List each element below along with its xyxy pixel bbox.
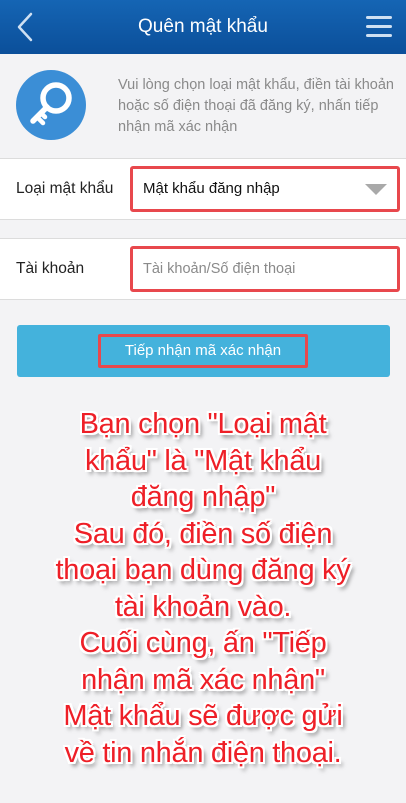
key-icon	[30, 82, 72, 126]
password-type-select[interactable]: Mật khẩu đăng nhập	[130, 166, 400, 212]
account-input[interactable]	[130, 246, 400, 292]
key-icon-badge	[16, 70, 86, 140]
instruction-line: tài khoản vào.	[114, 590, 292, 623]
instruction-line: nhận mã xác nhận"	[81, 663, 325, 696]
password-type-value: Mật khẩu đăng nhập	[143, 180, 280, 197]
hamburger-menu-icon[interactable]	[364, 12, 394, 42]
get-verification-code-button[interactable]: Tiếp nhận mã xác nhận	[17, 325, 390, 377]
instruction-line: Mật khẩu sẽ được gửi	[63, 700, 343, 732]
instruction-annotation: Bạn chọn "Loại mật khẩu" là "Mật khẩu đă…	[20, 406, 386, 771]
password-type-row: Loại mật khẩu Mật khẩu đăng nhập	[0, 158, 406, 220]
instruction-line: Cuối cùng, ấn "Tiếp	[79, 627, 327, 659]
app-header: Quên mật khẩu	[0, 0, 406, 54]
intro-section: Vui lòng chọn loại mật khẩu, điền tài kh…	[0, 54, 406, 158]
instruction-line: thoại bạn dùng đăng ký	[55, 554, 351, 586]
get-verification-code-label: Tiếp nhận mã xác nhận	[98, 334, 308, 368]
account-row: Tài khoản	[0, 238, 406, 300]
instruction-line: khẩu" là "Mật khẩu	[84, 444, 322, 477]
intro-description: Vui lòng chọn loại mật khẩu, điền tài kh…	[118, 77, 394, 135]
instruction-line: đăng nhập"	[130, 481, 276, 513]
dropdown-arrow-icon	[365, 184, 387, 195]
instruction-line: về tin nhắn điện thoại.	[64, 736, 342, 769]
instruction-line: Bạn chọn "Loại mật	[79, 408, 327, 440]
password-type-label: Loại mật khẩu	[16, 180, 114, 197]
instruction-line: Sau đó, điền số điện	[73, 517, 333, 550]
page-title: Quên mật khẩu	[138, 16, 268, 37]
account-label: Tài khoản	[16, 260, 85, 277]
